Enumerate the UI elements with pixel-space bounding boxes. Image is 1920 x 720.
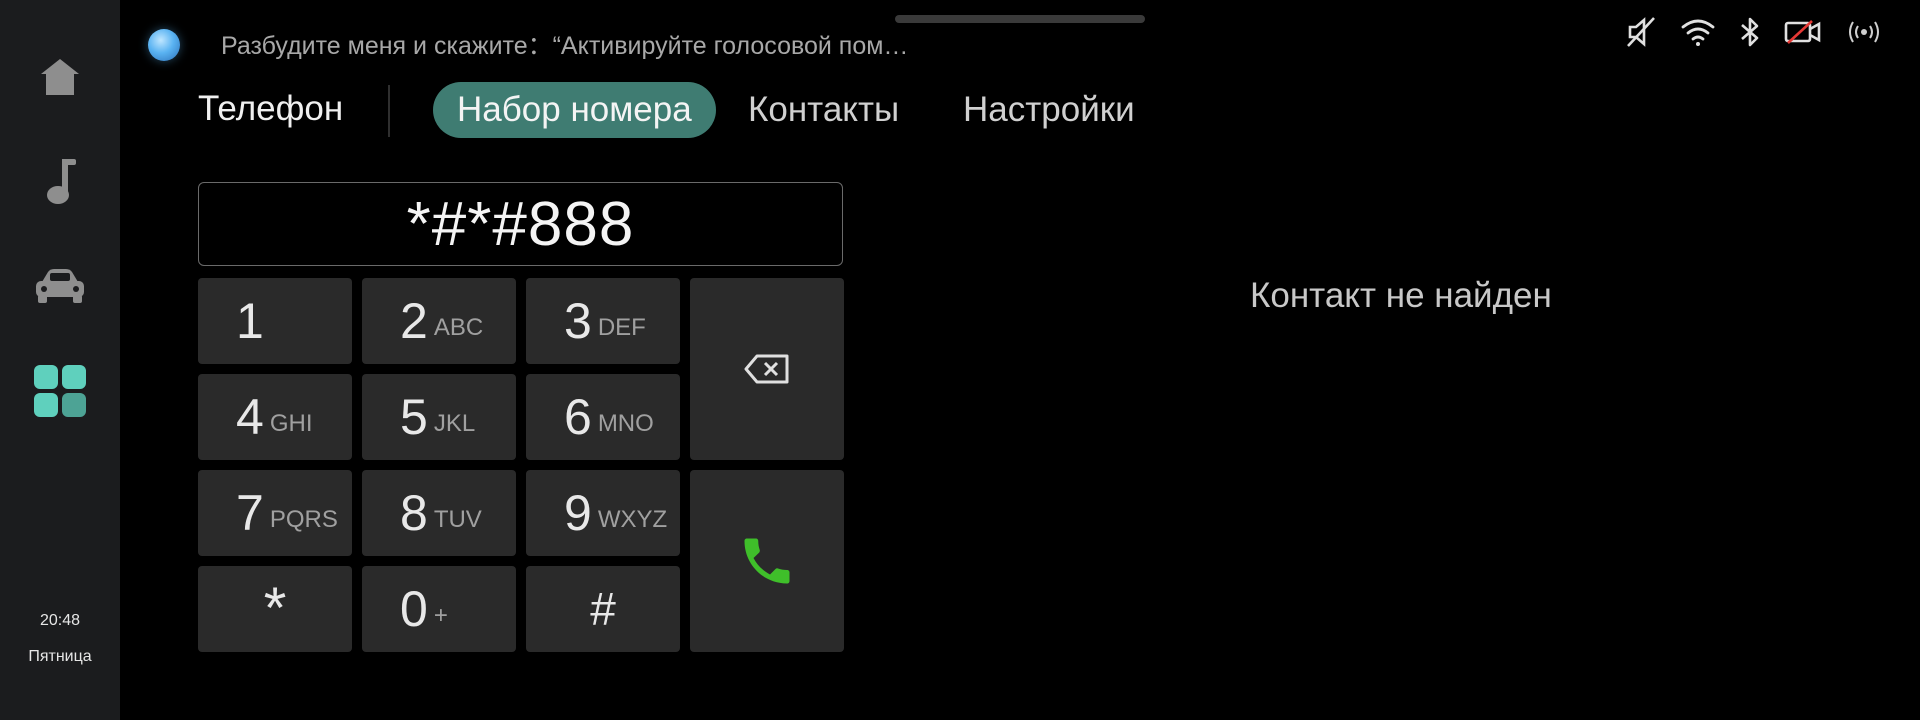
signal-broadcast-icon	[1844, 17, 1884, 47]
key-letters: TUV	[433, 506, 482, 533]
bluetooth-icon	[1738, 16, 1762, 48]
key-letters: JKL	[433, 410, 476, 437]
key-3[interactable]: 3 DEF	[526, 278, 680, 364]
key-digit: 0	[400, 581, 428, 637]
key-digit: 7	[236, 485, 264, 541]
sidebar-item-music[interactable]	[0, 136, 120, 226]
clock-day: Пятница	[28, 648, 92, 665]
key-digit: #	[590, 583, 616, 635]
key-letters: GHI	[269, 410, 313, 437]
key-hash[interactable]: #	[526, 566, 680, 652]
sidebar: 20:48 Пятница	[0, 0, 120, 720]
drag-handle[interactable]	[895, 15, 1145, 23]
key-digit: *	[263, 576, 287, 641]
call-button[interactable]	[690, 470, 844, 652]
key-0[interactable]: 0 +	[362, 566, 516, 652]
key-6[interactable]: 6 MNO	[526, 374, 680, 460]
key-8[interactable]: 8 TUV	[362, 470, 516, 556]
voice-hint-text: Разбудите меня и скажите：“Активируйте го…	[221, 32, 909, 60]
tab-settings[interactable]: Настройки	[939, 82, 1159, 138]
clock-time: 20:48	[39, 612, 81, 629]
sidebar-item-home[interactable]	[0, 32, 120, 122]
key-digit: 1	[236, 293, 264, 349]
key-digit: 3	[564, 293, 592, 349]
key-digit: 2	[400, 293, 428, 349]
key-1[interactable]: 1	[198, 278, 352, 364]
voice-assistant-icon[interactable]	[148, 29, 180, 61]
key-letters: MNO	[597, 410, 654, 437]
wifi-icon	[1680, 17, 1716, 47]
backspace-icon	[744, 354, 789, 384]
key-letters: +	[433, 602, 448, 629]
key-digit: 6	[564, 389, 592, 445]
key-9[interactable]: 9 WXYZ	[526, 470, 680, 556]
phone-call-icon	[744, 538, 790, 584]
key-5[interactable]: 5 JKL	[362, 374, 516, 460]
key-digit: 9	[564, 485, 592, 541]
tab-contacts[interactable]: Контакты	[724, 82, 923, 138]
mute-icon	[1624, 15, 1658, 49]
key-2[interactable]: 2 ABC	[362, 278, 516, 364]
key-letters: PQRS	[269, 506, 338, 533]
key-digit: 4	[236, 389, 264, 445]
key-4[interactable]: 4 GHI	[198, 374, 352, 460]
backspace-button[interactable]	[690, 278, 844, 460]
key-letters: WXYZ	[597, 506, 668, 533]
key-star[interactable]: *	[198, 566, 352, 652]
key-digit: 8	[400, 485, 428, 541]
key-7[interactable]: 7 PQRS	[198, 470, 352, 556]
sidebar-item-car[interactable]	[0, 241, 120, 331]
camera-off-icon	[1784, 18, 1822, 46]
music-note-icon	[47, 159, 76, 204]
key-letters: ABC	[433, 314, 484, 341]
key-digit: 5	[400, 389, 428, 445]
status-icons	[1624, 14, 1884, 50]
tab-dialer[interactable]: Набор номера	[433, 82, 716, 138]
divider	[388, 85, 390, 137]
home-icon	[41, 59, 79, 95]
car-icon	[36, 269, 84, 303]
key-letters: DEF	[597, 314, 646, 341]
no-contact-message: Контакт не найден	[1250, 276, 1552, 315]
page-title: Телефон	[198, 89, 344, 128]
apps-grid-icon	[34, 365, 86, 417]
sidebar-item-apps[interactable]	[0, 346, 120, 436]
phone-number-field[interactable]: *#*#888	[198, 182, 843, 266]
